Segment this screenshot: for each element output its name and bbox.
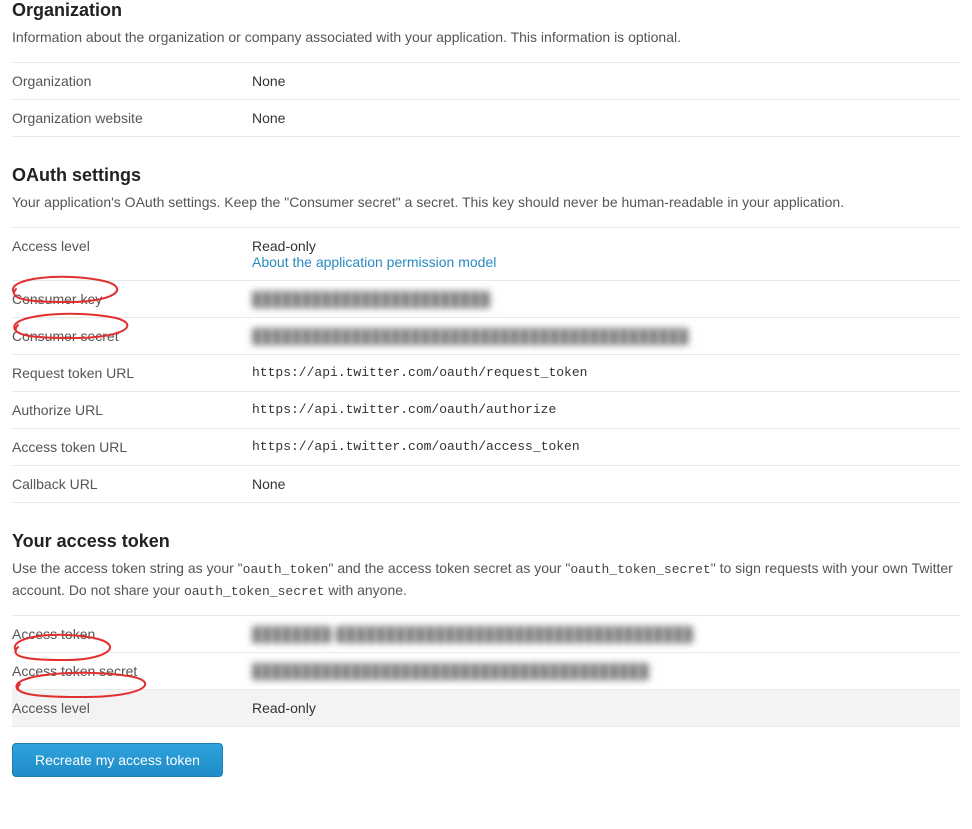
access-token-secret-value: ████████████████████████████████████████ xyxy=(252,663,649,679)
permission-model-link[interactable]: About the application permission model xyxy=(252,254,496,270)
org-website-label: Organization website xyxy=(12,100,252,137)
table-row: Consumer secret ████████████████████████… xyxy=(12,318,960,355)
token-access-level-value: Read-only xyxy=(252,690,960,727)
callback-label: Callback URL xyxy=(12,466,252,503)
oauth-description: Your application's OAuth settings. Keep … xyxy=(12,192,960,213)
access-token-section: Your access token Use the access token s… xyxy=(12,531,960,777)
table-row: Access level Read-only About the applica… xyxy=(12,228,960,281)
table-row: Organization None xyxy=(12,63,960,100)
access-token-url-label: Access token URL xyxy=(12,429,252,466)
organization-table: Organization None Organization website N… xyxy=(12,62,960,137)
access-token-heading: Your access token xyxy=(12,531,960,552)
table-row: Access token secret ████████████████████… xyxy=(12,653,960,690)
oauth-table: Access level Read-only About the applica… xyxy=(12,227,960,503)
authorize-value: https://api.twitter.com/oauth/authorize xyxy=(252,392,960,429)
authorize-label: Authorize URL xyxy=(12,392,252,429)
access-level-text: Read-only xyxy=(252,238,316,254)
access-level-value: Read-only About the application permissi… xyxy=(252,228,960,281)
table-row: Access level Read-only xyxy=(12,690,960,727)
token-access-level-label: Access level xyxy=(12,690,252,727)
consumer-key-value: ████████████████████████ xyxy=(252,291,490,307)
oauth-heading: OAuth settings xyxy=(12,165,960,186)
table-row: Consumer key ████████████████████████ xyxy=(12,281,960,318)
organization-description: Information about the organization or co… xyxy=(12,27,960,48)
organization-section: Organization Information about the organ… xyxy=(12,0,960,137)
consumer-secret-value: ████████████████████████████████████████… xyxy=(252,328,688,344)
access-level-label: Access level xyxy=(12,228,252,281)
table-row: Organization website None xyxy=(12,100,960,137)
oauth-section: OAuth settings Your application's OAuth … xyxy=(12,165,960,503)
table-row: Access token ████████-██████████████████… xyxy=(12,616,960,653)
consumer-secret-label: Consumer secret xyxy=(12,318,252,355)
access-token-secret-label: Access token secret xyxy=(12,653,252,690)
consumer-key-label: Consumer key xyxy=(12,281,252,318)
table-row: Authorize URL https://api.twitter.com/oa… xyxy=(12,392,960,429)
table-row: Request token URL https://api.twitter.co… xyxy=(12,355,960,392)
table-row: Access token URL https://api.twitter.com… xyxy=(12,429,960,466)
org-name-value: None xyxy=(252,63,960,100)
request-token-value: https://api.twitter.com/oauth/request_to… xyxy=(252,355,960,392)
callback-value: None xyxy=(252,466,960,503)
request-token-label: Request token URL xyxy=(12,355,252,392)
table-row: Callback URL None xyxy=(12,466,960,503)
recreate-token-button[interactable]: Recreate my access token xyxy=(12,743,223,777)
org-name-label: Organization xyxy=(12,63,252,100)
org-website-value: None xyxy=(252,100,960,137)
access-token-url-value: https://api.twitter.com/oauth/access_tok… xyxy=(252,429,960,466)
access-token-description: Use the access token string as your "oau… xyxy=(12,558,960,601)
organization-heading: Organization xyxy=(12,0,960,21)
access-token-value: ████████-███████████████████████████████… xyxy=(252,626,693,642)
access-token-table: Access token ████████-██████████████████… xyxy=(12,615,960,727)
access-token-label: Access token xyxy=(12,616,252,653)
